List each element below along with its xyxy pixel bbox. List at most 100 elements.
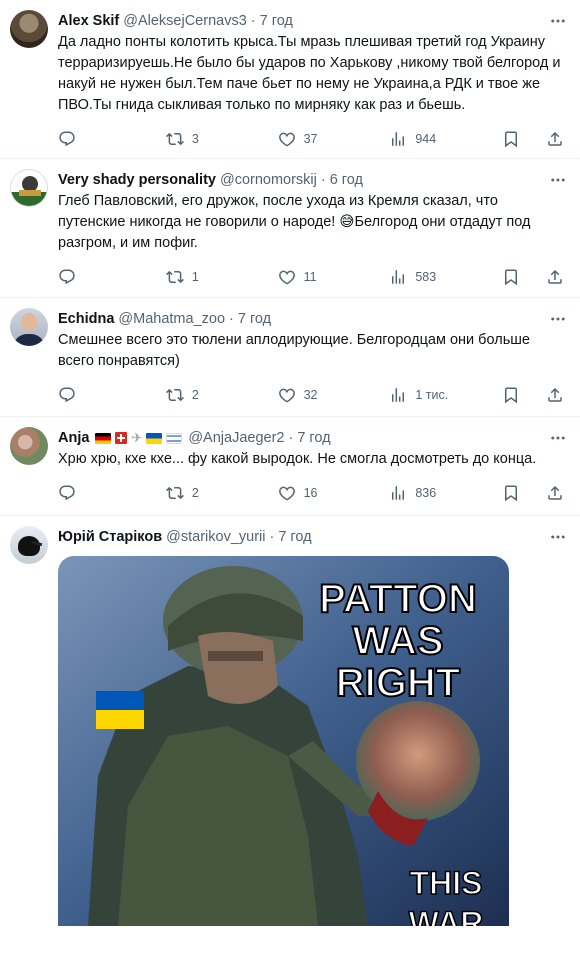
post[interactable]: Alex Skif @AleksejCernavs3 · 7 год Да ла… xyxy=(0,0,580,159)
repost-count: 3 xyxy=(191,132,199,146)
author-handle[interactable]: @cornomorskij xyxy=(220,172,317,188)
repost-count: 2 xyxy=(191,486,199,500)
timestamp[interactable]: 7 год xyxy=(278,529,311,545)
post-text: Глеб Павловский, его дружок, после ухода… xyxy=(58,193,531,251)
post[interactable]: Юрій Старіков @starikov_yurii · 7 год PA… xyxy=(0,516,580,966)
image-text-line: RIGHT xyxy=(336,661,460,705)
reply-icon xyxy=(58,130,76,148)
views-button[interactable]: 836 xyxy=(389,484,502,502)
share-button[interactable] xyxy=(546,386,564,404)
bookmark-icon xyxy=(502,130,520,148)
bookmark-button[interactable] xyxy=(502,386,520,404)
views-button[interactable]: 583 xyxy=(389,268,502,286)
author-name[interactable]: Anja xyxy=(58,430,89,446)
post[interactable]: Echidna @Mahatma_zoo · 7 год Смешнее все… xyxy=(0,298,580,417)
like-button[interactable]: 32 xyxy=(278,386,390,404)
share-button[interactable] xyxy=(546,130,564,148)
image-text-line: THIS xyxy=(410,865,483,901)
action-bar: 1 11 583 xyxy=(58,254,568,300)
views-icon xyxy=(389,386,407,404)
author-name[interactable]: Very shady personality xyxy=(58,172,216,188)
reply-button[interactable] xyxy=(58,130,166,148)
views-icon xyxy=(389,484,407,502)
more-icon[interactable] xyxy=(548,429,568,447)
like-icon xyxy=(278,130,296,148)
like-button[interactable]: 11 xyxy=(278,268,390,286)
more-icon[interactable] xyxy=(548,310,568,328)
author-handle[interactable]: @AnjaJaeger2 xyxy=(188,430,284,446)
separator: · xyxy=(288,430,294,446)
like-button[interactable]: 37 xyxy=(278,130,390,148)
bookmark-button[interactable] xyxy=(502,268,520,286)
separator: · xyxy=(320,172,326,188)
avatar[interactable] xyxy=(10,526,48,564)
timestamp[interactable]: 7 год xyxy=(260,13,293,29)
reply-icon xyxy=(58,268,76,286)
avatar[interactable] xyxy=(10,169,48,207)
repost-button[interactable]: 2 xyxy=(166,386,278,404)
share-icon xyxy=(546,268,564,286)
views-button[interactable]: 944 xyxy=(389,130,502,148)
author-handle[interactable]: @AleksejCernavs3 xyxy=(123,13,247,29)
post-image[interactable]: PATTON WAS RIGHT THIS WAR xyxy=(58,556,509,926)
bookmark-icon xyxy=(502,268,520,286)
author-name[interactable]: Юрій Старіков xyxy=(58,529,162,545)
more-icon[interactable] xyxy=(548,528,568,546)
repost-button[interactable]: 1 xyxy=(166,268,278,286)
action-bar: 2 16 836 xyxy=(58,470,568,516)
post[interactable]: Very shady personality @cornomorskij · 6… xyxy=(0,159,580,298)
reply-button[interactable] xyxy=(58,268,166,286)
reply-icon xyxy=(58,386,76,404)
author-name[interactable]: Echidna xyxy=(58,311,114,327)
repost-button[interactable]: 2 xyxy=(166,484,278,502)
timestamp[interactable]: 6 год xyxy=(330,172,363,188)
share-icon xyxy=(546,484,564,502)
like-count: 37 xyxy=(303,132,318,146)
bookmark-icon xyxy=(502,484,520,502)
author-handle[interactable]: @starikov_yurii xyxy=(166,529,265,545)
separator: · xyxy=(229,311,234,327)
views-count: 944 xyxy=(415,132,437,146)
author-name[interactable]: Alex Skif xyxy=(58,13,119,29)
action-bar: 2 32 1 тис. xyxy=(58,372,568,418)
views-count: 836 xyxy=(415,486,437,500)
bookmark-icon xyxy=(502,386,520,404)
like-count: 16 xyxy=(303,486,318,500)
repost-count: 2 xyxy=(191,388,199,402)
like-button[interactable]: 16 xyxy=(278,484,390,502)
views-icon xyxy=(389,130,407,148)
more-icon[interactable] xyxy=(548,12,568,30)
separator: · xyxy=(250,13,256,29)
flag-germany-icon xyxy=(95,432,112,444)
views-count: 1 тис. xyxy=(415,388,449,402)
more-icon[interactable] xyxy=(548,171,568,189)
views-icon xyxy=(389,268,407,286)
share-button[interactable] xyxy=(546,484,564,502)
bookmark-button[interactable] xyxy=(502,484,520,502)
views-button[interactable]: 1 тис. xyxy=(389,386,502,404)
avatar[interactable] xyxy=(10,308,48,346)
repost-icon xyxy=(166,268,184,286)
timestamp[interactable]: 7 год xyxy=(297,430,330,446)
separator: · xyxy=(269,529,275,545)
repost-icon xyxy=(166,484,184,502)
like-icon xyxy=(278,386,296,404)
bookmark-button[interactable] xyxy=(502,130,520,148)
share-button[interactable] xyxy=(546,268,564,286)
avatar[interactable] xyxy=(10,427,48,465)
repost-count: 1 xyxy=(191,270,199,284)
flag-ukraine-icon xyxy=(146,432,163,444)
timestamp[interactable]: 7 год xyxy=(238,311,271,327)
dove-icon: ✈ xyxy=(131,430,143,445)
reply-button[interactable] xyxy=(58,484,166,502)
image-text-line: WAS xyxy=(352,619,443,663)
author-handle[interactable]: @Mahatma_zoo xyxy=(118,311,225,327)
like-icon xyxy=(278,268,296,286)
repost-button[interactable]: 3 xyxy=(166,130,278,148)
reply-button[interactable] xyxy=(58,386,166,404)
action-bar: 3 37 944 xyxy=(58,116,568,162)
avatar[interactable] xyxy=(10,10,48,48)
image-artwork: PATTON WAS RIGHT THIS WAR xyxy=(58,556,509,926)
post[interactable]: Anja ✈ @AnjaJaeger2 · 7 год Хрю хрю, кхе… xyxy=(0,417,580,516)
repost-icon xyxy=(166,386,184,404)
